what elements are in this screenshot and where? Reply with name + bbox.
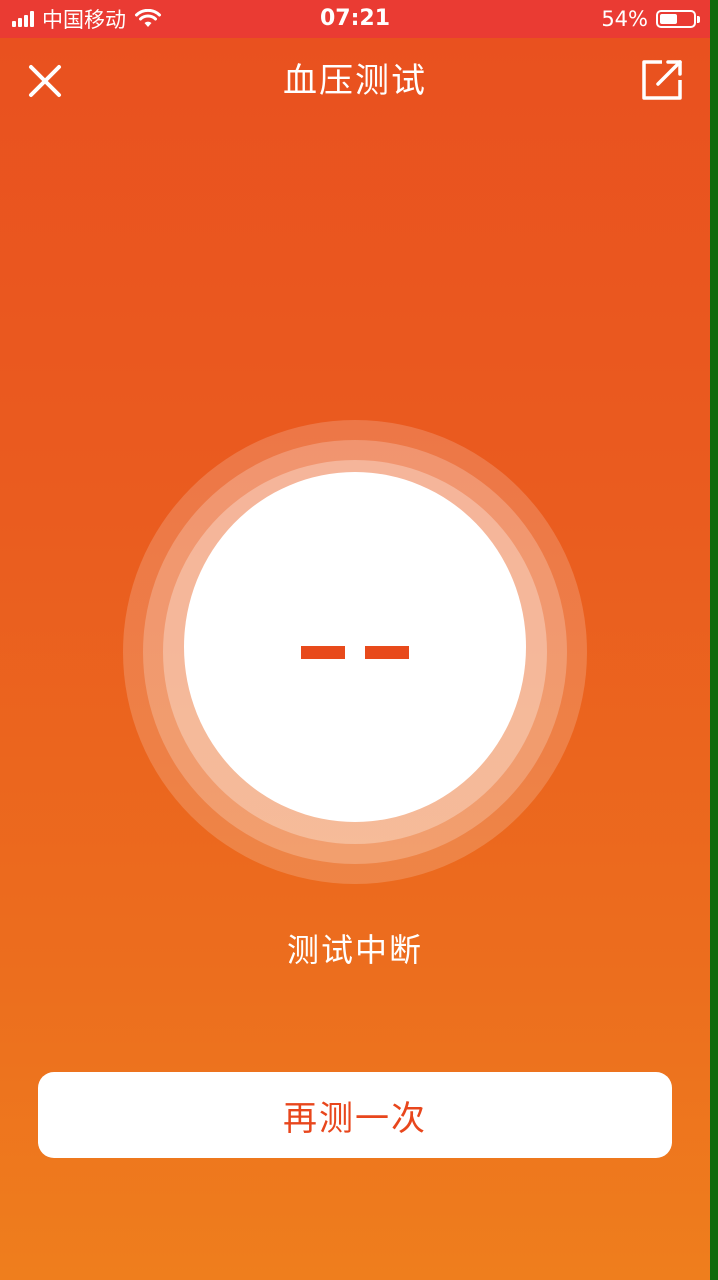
reading-placeholder-dash (365, 645, 409, 659)
test-status-message: 测试中断 (286, 931, 423, 969)
status-bar-left: 中国移动 (12, 0, 162, 38)
retest-button[interactable]: 再测一次 (38, 1072, 672, 1158)
battery-icon (656, 10, 700, 28)
carrier-label: 中国移动 (42, 8, 126, 32)
share-icon (642, 60, 682, 100)
status-bar: 中国移动 07:21 54% (0, 0, 710, 38)
battery-fill (660, 14, 677, 24)
reading-placeholder-dash (301, 645, 345, 659)
edge-strip (710, 0, 718, 1280)
gauge-reading (123, 420, 587, 884)
signal-icon (12, 11, 34, 27)
wifi-icon (134, 9, 162, 29)
status-bar-right: 54% (601, 0, 700, 38)
share-button[interactable] (638, 56, 686, 104)
page-title: 血压测试 (283, 61, 427, 101)
blood-pressure-gauge (123, 420, 587, 884)
battery-percent: 54% (601, 7, 648, 31)
nav-bar: 血压测试 (0, 38, 710, 124)
